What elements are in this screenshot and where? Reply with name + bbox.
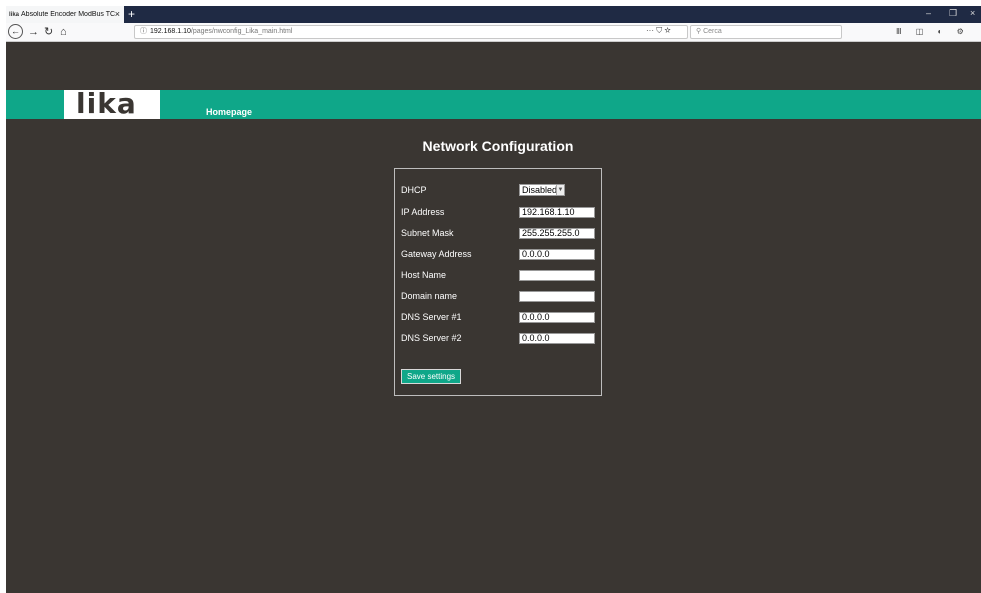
- search-input[interactable]: ⚲ Cerca: [690, 25, 842, 39]
- tab-strip: lika Absolute Encoder ModBus TCP × + – ❐…: [6, 6, 981, 23]
- ip-address-label: IP Address: [401, 207, 445, 217]
- forward-arrow-icon[interactable]: →: [28, 24, 39, 40]
- subnet-mask-label: Subnet Mask: [401, 228, 454, 238]
- restore-icon[interactable]: ❐: [949, 8, 957, 19]
- browser-window: lika Absolute Encoder ModBus TCP × + – ❐…: [6, 6, 981, 593]
- tab-active[interactable]: lika Absolute Encoder ModBus TCP ×: [6, 6, 124, 23]
- window-close-icon[interactable]: ×: [970, 8, 975, 18]
- chevron-down-icon: ▼: [556, 185, 564, 195]
- network-config-form: DHCP Disabled ▼ IP Address 192.168.1.10 …: [394, 168, 602, 396]
- page-content: lika Homepage Network Configuration DHCP…: [6, 43, 981, 593]
- dns2-field[interactable]: 0.0.0.0: [519, 333, 595, 344]
- tab-close-icon[interactable]: ×: [115, 9, 120, 19]
- dhcp-select[interactable]: Disabled ▼: [519, 184, 565, 196]
- url-bar[interactable]: ⓘ 192.168.1.10/pages/nwconfig_Lika_main.h…: [134, 25, 688, 39]
- dns1-label: DNS Server #1: [401, 312, 462, 322]
- host-name-field[interactable]: [519, 270, 595, 281]
- page-title: Network Configuration: [422, 138, 574, 154]
- dns2-label: DNS Server #2: [401, 333, 462, 343]
- lika-favicon-icon: lika: [9, 11, 20, 18]
- logo: lika: [64, 87, 160, 120]
- search-placeholder: Cerca: [703, 28, 722, 35]
- ip-address-field[interactable]: 192.168.1.10: [519, 207, 595, 218]
- dns1-field[interactable]: 0.0.0.0: [519, 312, 595, 323]
- reload-icon[interactable]: ↻: [44, 24, 53, 40]
- save-settings-button[interactable]: Save settings: [401, 369, 461, 384]
- logo-text: lika: [76, 87, 137, 120]
- domain-name-label: Domain name: [401, 291, 458, 301]
- domain-name-field[interactable]: [519, 291, 595, 302]
- home-icon[interactable]: ⌂: [60, 24, 67, 40]
- header-band: lika Homepage: [6, 87, 981, 120]
- info-icon[interactable]: ⓘ: [140, 28, 147, 35]
- dhcp-selected-value: Disabled: [522, 185, 558, 195]
- url-host: 192.168.1.10: [150, 28, 191, 35]
- back-arrow-icon[interactable]: ←: [8, 24, 23, 39]
- host-name-label: Host Name: [401, 270, 447, 280]
- navigation-bar: ← → ↻ ⌂ ⓘ 192.168.1.10/pages/nwconfig_Lik…: [6, 23, 981, 52]
- tab-title: Absolute Encoder ModBus TCP: [21, 11, 116, 18]
- page-actions-icon[interactable]: ··· ⛉ ☆: [646, 25, 671, 37]
- gateway-label: Gateway Address: [401, 249, 472, 259]
- homepage-link[interactable]: Homepage: [206, 107, 252, 117]
- minimize-icon[interactable]: –: [926, 8, 931, 18]
- gateway-field[interactable]: 0.0.0.0: [519, 249, 595, 260]
- dhcp-label: DHCP: [401, 185, 427, 195]
- new-tab-button[interactable]: +: [128, 6, 135, 22]
- subnet-mask-field[interactable]: 255.255.255.0: [519, 228, 595, 239]
- url-path: /pages/nwconfig_Lika_main.html: [190, 28, 293, 35]
